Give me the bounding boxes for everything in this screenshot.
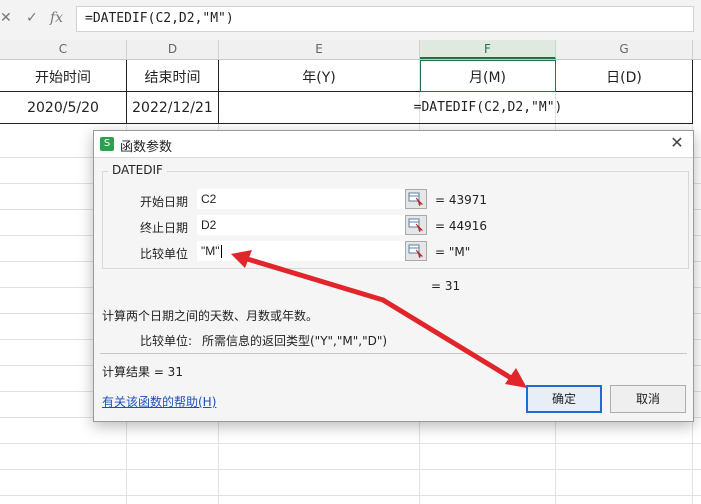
annotation-arrows xyxy=(231,250,527,388)
annotation-arrow-to-ok xyxy=(380,297,519,384)
annotation-arrow-to-unit xyxy=(241,255,386,303)
